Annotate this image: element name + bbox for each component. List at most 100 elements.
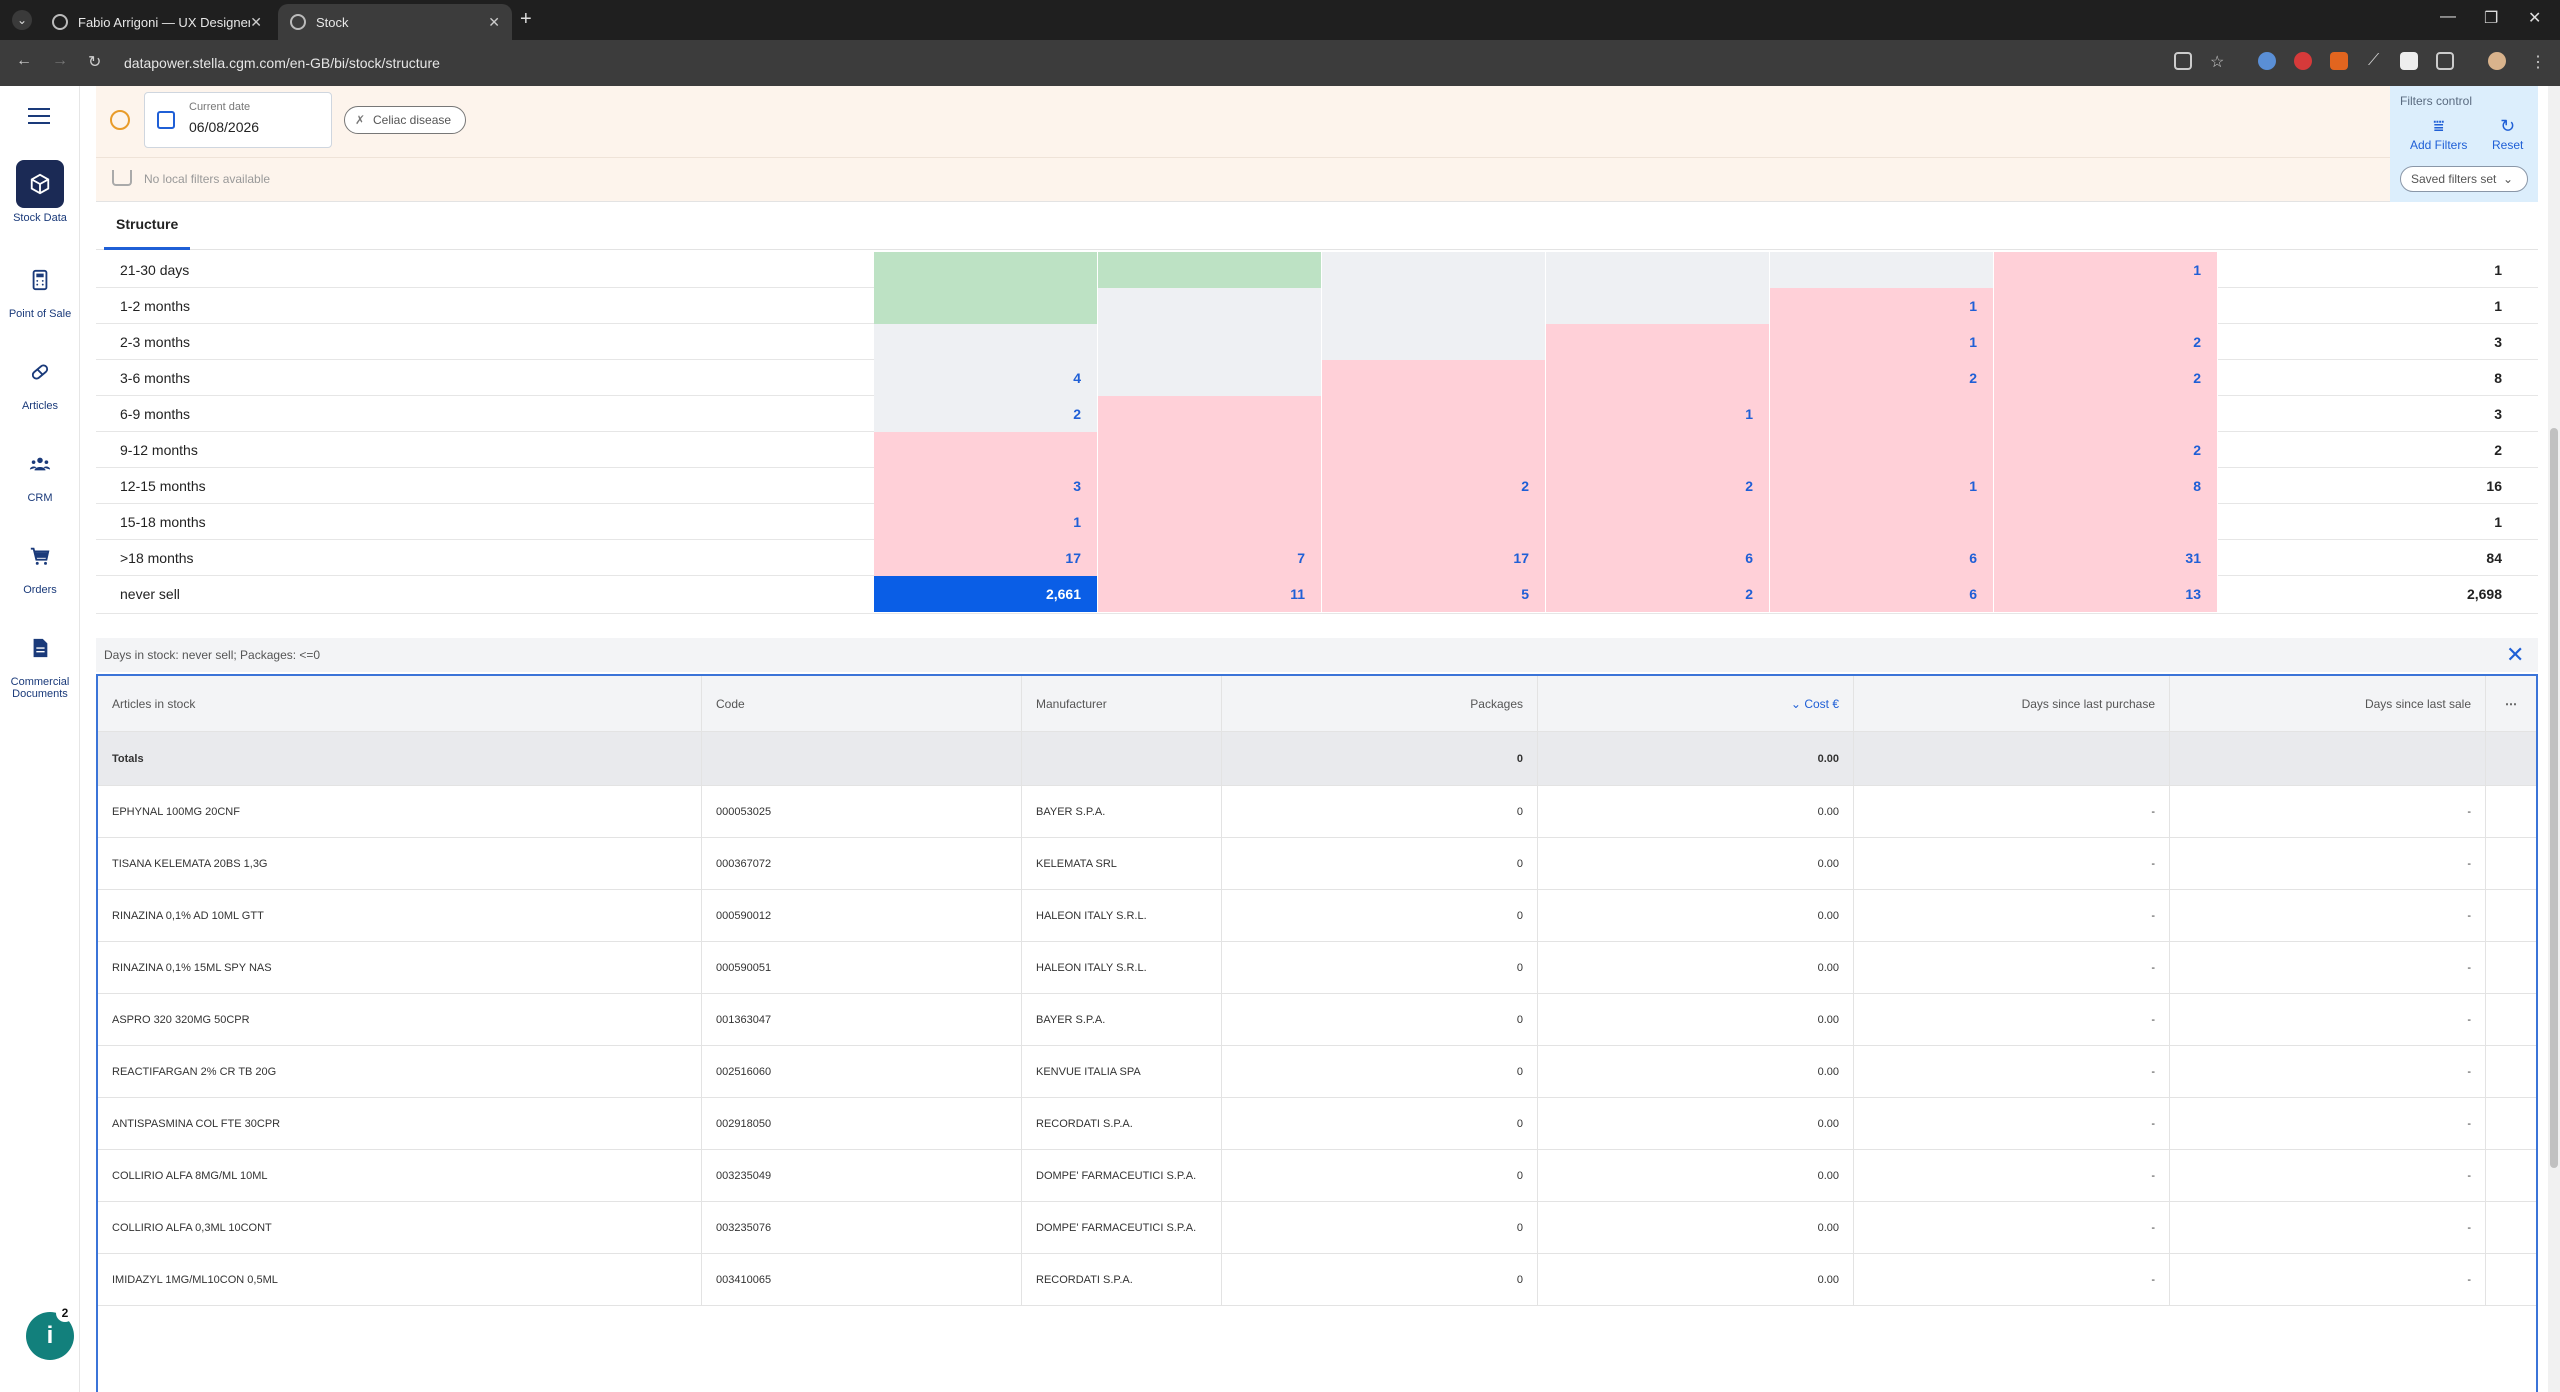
matrix-cell[interactable]: 2 <box>874 396 1098 432</box>
matrix-cell[interactable]: 6 <box>1546 540 1770 576</box>
matrix-cell[interactable]: 2 <box>1994 324 2218 360</box>
back-icon[interactable]: ← <box>16 52 32 70</box>
matrix-cell[interactable] <box>1322 504 1546 540</box>
matrix-cell[interactable]: 8 <box>1994 468 2218 504</box>
matrix-cell[interactable]: 1 <box>1994 252 2218 288</box>
matrix-cell[interactable]: 2,661 <box>874 576 1098 612</box>
matrix-cell[interactable]: 2 <box>1322 468 1546 504</box>
table-row[interactable]: COLLIRIO ALFA 0,3ML 10CONT 003235076 DOMPE… <box>98 1202 2536 1254</box>
col-articles[interactable]: Articles in stock <box>98 676 702 731</box>
matrix-cell[interactable] <box>1546 324 1770 360</box>
matrix-cell[interactable]: 6 <box>1770 540 1994 576</box>
forward-icon[interactable]: → <box>52 52 68 70</box>
close-icon[interactable]: ✕ <box>488 14 500 31</box>
table-row[interactable]: REACTIFARGAN 2% CR TB 20G 002516060 KENVUE… <box>98 1046 2536 1098</box>
saved-filters-dropdown[interactable]: Saved filters set ⌄ <box>2400 166 2528 192</box>
matrix-cell[interactable] <box>1546 504 1770 540</box>
puzzle-icon[interactable] <box>2436 52 2454 70</box>
scrollbar-thumb[interactable] <box>2550 428 2558 1168</box>
matrix-cell[interactable]: 2 <box>1546 576 1770 612</box>
install-icon[interactable] <box>2174 52 2192 70</box>
col-packages[interactable]: Packages <box>1222 676 1538 731</box>
filter-chip-celiac[interactable]: ✗ Celiac disease <box>344 106 467 134</box>
table-row[interactable]: ANTISPASMINA COL FTE 30CPR 002918050 RECOR… <box>98 1098 2536 1150</box>
table-row[interactable]: IMIDAZYL 1MG/ML10CON 0,5ML 003410065 RECOR… <box>98 1254 2536 1306</box>
restore-icon[interactable]: ❐ <box>2484 8 2498 28</box>
matrix-cell[interactable]: 1 <box>1770 324 1994 360</box>
matrix-cell[interactable] <box>1098 252 1322 288</box>
table-row[interactable]: TISANA KELEMATA 20BS 1,3G 000367072 KELEMA… <box>98 838 2536 890</box>
sidebar-item-crm[interactable]: CRM <box>0 440 80 504</box>
matrix-cell[interactable] <box>874 432 1098 468</box>
table-row[interactable]: ASPRO 320 320MG 50CPR 001363047 BAYER S.P.… <box>98 994 2536 1046</box>
close-icon[interactable]: ✕ <box>2506 642 2524 668</box>
matrix-cell[interactable]: 2 <box>1994 360 2218 396</box>
current-date-field[interactable]: Current date 06/08/2026 <box>144 92 332 148</box>
extension-icon[interactable]: ⟋ <box>2368 52 2379 70</box>
matrix-cell[interactable] <box>1098 360 1322 396</box>
matrix-cell[interactable] <box>1322 432 1546 468</box>
globe-icon[interactable] <box>110 110 130 130</box>
matrix-cell[interactable] <box>1322 252 1546 288</box>
matrix-cell[interactable] <box>1322 288 1546 324</box>
matrix-cell[interactable]: 13 <box>1994 576 2218 612</box>
sidebar-item-point-of-sale[interactable]: Point of Sale <box>0 256 80 320</box>
sidebar-item-orders[interactable]: Orders <box>0 532 80 596</box>
new-tab-button[interactable]: + <box>520 8 532 31</box>
sidebar-item-commercial-documents[interactable]: Commercial Documents <box>0 624 80 700</box>
extension-icon[interactable] <box>2330 52 2348 70</box>
table-row[interactable]: RINAZINA 0,1% 15ML SPY NAS 000590051 HALEO… <box>98 942 2536 994</box>
matrix-cell[interactable]: 17 <box>1322 540 1546 576</box>
tab-search-button[interactable]: ⌄ <box>12 10 32 30</box>
matrix-cell[interactable] <box>1546 360 1770 396</box>
more-options-icon[interactable]: ⋯ <box>2486 676 2536 731</box>
col-cost[interactable]: ⌄ Cost € <box>1538 676 1854 731</box>
adblock-icon[interactable] <box>2294 52 2312 70</box>
browser-tab[interactable]: Fabio Arrigoni — UX Designer. ✕ <box>40 4 274 40</box>
table-row[interactable]: EPHYNAL 100MG 20CNF 000053025 BAYER S.P.A.… <box>98 786 2536 838</box>
matrix-cell[interactable]: 4 <box>874 360 1098 396</box>
matrix-cell[interactable] <box>1098 504 1322 540</box>
matrix-cell[interactable] <box>874 324 1098 360</box>
address-bar[interactable]: datapower.stella.cgm.com/en-GB/bi/stock/… <box>124 48 2124 78</box>
matrix-cell[interactable] <box>1098 396 1322 432</box>
matrix-cell[interactable] <box>1546 288 1770 324</box>
matrix-cell[interactable]: 5 <box>1322 576 1546 612</box>
browser-menu-icon[interactable]: ⋮ <box>2530 52 2546 72</box>
col-manufacturer[interactable]: Manufacturer <box>1022 676 1222 731</box>
matrix-cell[interactable] <box>874 252 1098 288</box>
bookmark-star-icon[interactable]: ☆ <box>2210 52 2224 72</box>
matrix-cell[interactable] <box>1994 396 2218 432</box>
matrix-cell[interactable] <box>1770 252 1994 288</box>
matrix-cell[interactable] <box>874 288 1098 324</box>
matrix-cell[interactable]: 31 <box>1994 540 2218 576</box>
matrix-cell[interactable] <box>1098 324 1322 360</box>
col-code[interactable]: Code <box>702 676 1022 731</box>
sidebar-item-stock-data[interactable]: Stock Data <box>0 160 80 224</box>
col-days-last-purchase[interactable]: Days since last purchase <box>1854 676 2170 731</box>
matrix-cell[interactable] <box>1098 432 1322 468</box>
sidebar-item-articles[interactable]: Articles <box>0 348 80 412</box>
table-row[interactable]: RINAZINA 0,1% AD 10ML GTT 000590012 HALEON… <box>98 890 2536 942</box>
add-filters-button[interactable]: ⩸ Add Filters <box>2410 116 2467 152</box>
tab-structure[interactable]: Structure <box>104 216 191 250</box>
matrix-cell[interactable]: 6 <box>1770 576 1994 612</box>
matrix-cell[interactable] <box>1770 396 1994 432</box>
matrix-cell[interactable]: 3 <box>874 468 1098 504</box>
hamburger-menu-icon[interactable] <box>28 108 50 124</box>
minimize-icon[interactable]: — <box>2440 8 2456 26</box>
extension-icon[interactable] <box>2258 52 2276 70</box>
close-icon[interactable]: ✕ <box>250 14 262 31</box>
matrix-cell[interactable]: 2 <box>1770 360 1994 396</box>
matrix-cell[interactable]: 11 <box>1098 576 1322 612</box>
matrix-cell[interactable]: 2 <box>1994 432 2218 468</box>
matrix-cell[interactable] <box>1322 360 1546 396</box>
matrix-cell[interactable] <box>1546 432 1770 468</box>
reload-icon[interactable]: ↻ <box>88 52 101 72</box>
matrix-cell[interactable]: 1 <box>1770 468 1994 504</box>
profile-avatar[interactable] <box>2488 52 2506 70</box>
table-row[interactable]: COLLIRIO ALFA 8MG/ML 10ML 003235049 DOMPE'… <box>98 1150 2536 1202</box>
matrix-cell[interactable] <box>1322 324 1546 360</box>
matrix-cell[interactable] <box>1994 288 2218 324</box>
matrix-cell[interactable] <box>1322 396 1546 432</box>
